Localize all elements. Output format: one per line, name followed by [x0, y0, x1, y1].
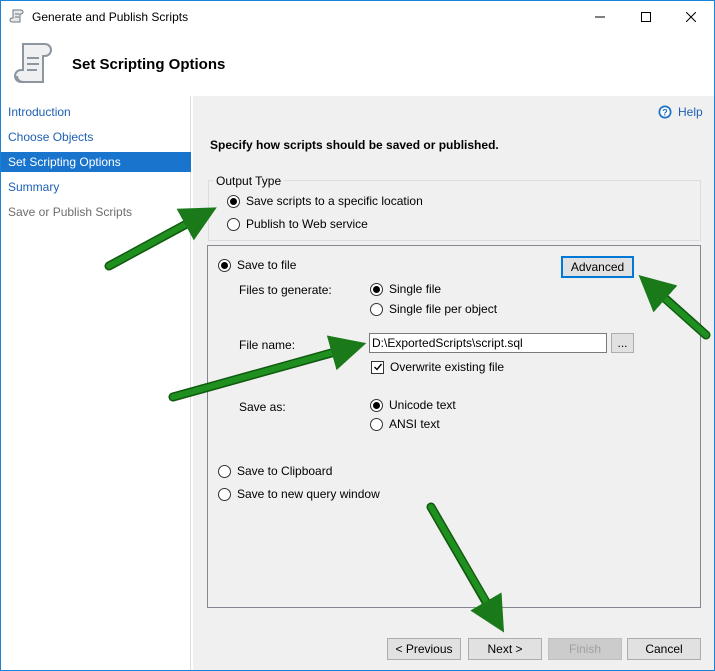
- radio-indicator: [370, 398, 383, 412]
- close-button[interactable]: [668, 1, 714, 32]
- script-icon: [9, 9, 24, 23]
- title-bar[interactable]: Generate and Publish Scripts: [1, 1, 714, 32]
- overwrite-checkbox[interactable]: Overwrite existing file: [371, 360, 504, 374]
- radio-label: Unicode text: [389, 398, 456, 412]
- help-link[interactable]: ? Help: [658, 105, 703, 119]
- ansi-text-radio[interactable]: ANSI text: [370, 417, 440, 431]
- save-as-label: Save as:: [239, 400, 286, 414]
- output-type-group: [208, 180, 701, 241]
- save-options-panel: Save to file Advanced Files to generate:…: [207, 245, 701, 608]
- browse-button[interactable]: ...: [611, 333, 634, 353]
- radio-indicator: [370, 302, 383, 316]
- checkbox-label: Overwrite existing file: [390, 360, 505, 374]
- radio-indicator: [218, 464, 231, 478]
- page-title: Set Scripting Options: [72, 56, 226, 73]
- save-to-clipboard-radio[interactable]: Save to Clipboard: [218, 464, 332, 478]
- radio-label: Single file: [389, 282, 442, 296]
- wizard-footer: < Previous Next > Finish Cancel: [193, 622, 714, 670]
- radio-label: Save to new query window: [237, 487, 380, 501]
- single-file-radio[interactable]: Single file: [370, 282, 441, 296]
- wizard-navigation: Introduction Choose Objects Set Scriptin…: [1, 96, 191, 670]
- finish-button: Finish: [548, 638, 622, 660]
- instruction-text: Specify how scripts should be saved or p…: [210, 138, 499, 152]
- nav-item-set-scripting-options[interactable]: Set Scripting Options: [1, 152, 191, 172]
- script-scroll-icon: [14, 43, 52, 83]
- radio-indicator: [370, 282, 383, 296]
- nav-item-summary[interactable]: Summary: [1, 177, 191, 197]
- next-button[interactable]: Next >: [468, 638, 542, 660]
- radio-label: ANSI text: [389, 417, 440, 431]
- radio-indicator: [227, 194, 240, 208]
- dialog-window: Generate and Publish Scripts Set Scripti…: [0, 0, 715, 671]
- save-to-file-radio[interactable]: Save to file: [218, 258, 296, 272]
- advanced-button[interactable]: Advanced: [561, 256, 634, 278]
- save-to-location-radio[interactable]: Save scripts to a specific location: [227, 194, 423, 208]
- main-content: ? Help Specify how scripts should be sav…: [193, 96, 714, 622]
- radio-label: Single file per object: [389, 302, 498, 316]
- maximize-icon: [641, 11, 651, 22]
- file-name-label: File name:: [239, 338, 296, 352]
- checkbox-indicator: [371, 360, 384, 374]
- help-label: Help: [678, 105, 703, 119]
- maximize-button[interactable]: [623, 1, 669, 32]
- wizard-header: Set Scripting Options: [1, 32, 714, 96]
- save-to-new-query-window-radio[interactable]: Save to new query window: [218, 487, 380, 501]
- radio-indicator: [218, 258, 231, 272]
- minimize-button[interactable]: [577, 1, 623, 32]
- minimize-icon: [595, 16, 605, 17]
- single-file-per-object-radio[interactable]: Single file per object: [370, 302, 497, 316]
- files-to-generate-label: Files to generate:: [239, 283, 332, 297]
- radio-label: Save scripts to a specific location: [246, 194, 423, 208]
- nav-item-introduction[interactable]: Introduction: [1, 102, 191, 122]
- nav-item-choose-objects[interactable]: Choose Objects: [1, 127, 191, 147]
- svg-text:?: ?: [662, 107, 668, 117]
- file-name-input[interactable]: D:\ExportedScripts\script.sql: [369, 333, 607, 353]
- radio-label: Save to Clipboard: [237, 464, 333, 478]
- unicode-text-radio[interactable]: Unicode text: [370, 398, 456, 412]
- radio-indicator: [227, 217, 240, 231]
- radio-label: Save to file: [237, 258, 297, 272]
- help-icon: ?: [658, 105, 672, 119]
- checkmark-icon: [373, 363, 382, 371]
- window-title: Generate and Publish Scripts: [32, 10, 189, 24]
- radio-indicator: [370, 417, 383, 431]
- radio-label: Publish to Web service: [246, 217, 368, 231]
- radio-indicator: [218, 487, 231, 501]
- output-type-legend: Output Type: [213, 174, 285, 188]
- close-icon: [686, 11, 696, 22]
- previous-button[interactable]: < Previous: [387, 638, 461, 660]
- publish-to-web-radio[interactable]: Publish to Web service: [227, 217, 368, 231]
- cancel-button[interactable]: Cancel: [627, 638, 701, 660]
- nav-item-save-or-publish: Save or Publish Scripts: [8, 205, 133, 219]
